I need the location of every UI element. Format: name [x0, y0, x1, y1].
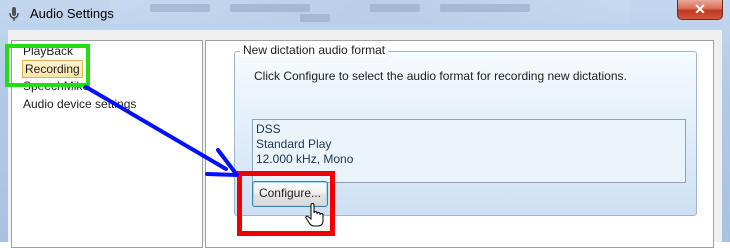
title-bar[interactable]: Audio Settings ✕ [0, 0, 730, 30]
nav-item-recording[interactable]: Recording [22, 60, 83, 78]
groupbox-title: New dictation audio format [240, 43, 389, 57]
close-button[interactable]: ✕ [677, 0, 723, 20]
microphone-icon [9, 7, 19, 21]
nav-item-speechmike[interactable]: SpeechMike [23, 78, 89, 94]
recording-settings-pane: New dictation audio format Click Configu… [205, 40, 714, 248]
hand-cursor-icon [305, 203, 324, 227]
nav-item-audio-device-settings[interactable]: Audio device settings [23, 96, 136, 112]
instruction-text: Click Configure to select the audio form… [254, 69, 627, 83]
format-codec: DSS [256, 122, 281, 136]
settings-nav-list: PlayBack Recording SpeechMike Audio devi… [11, 40, 203, 248]
format-sample-rate: 12.000 kHz, Mono [256, 152, 354, 166]
dialog-client-area: PlayBack Recording SpeechMike Audio devi… [8, 30, 722, 248]
format-mode: Standard Play [256, 137, 332, 151]
current-format-display: DSS Standard Play 12.000 kHz, Mono [252, 119, 686, 183]
audio-settings-window: Audio Settings ✕ PlayBack Recording Spee… [0, 0, 730, 248]
blurred-background-text [110, 0, 630, 24]
nav-item-playback[interactable]: PlayBack [23, 43, 73, 59]
window-title: Audio Settings [30, 6, 114, 21]
